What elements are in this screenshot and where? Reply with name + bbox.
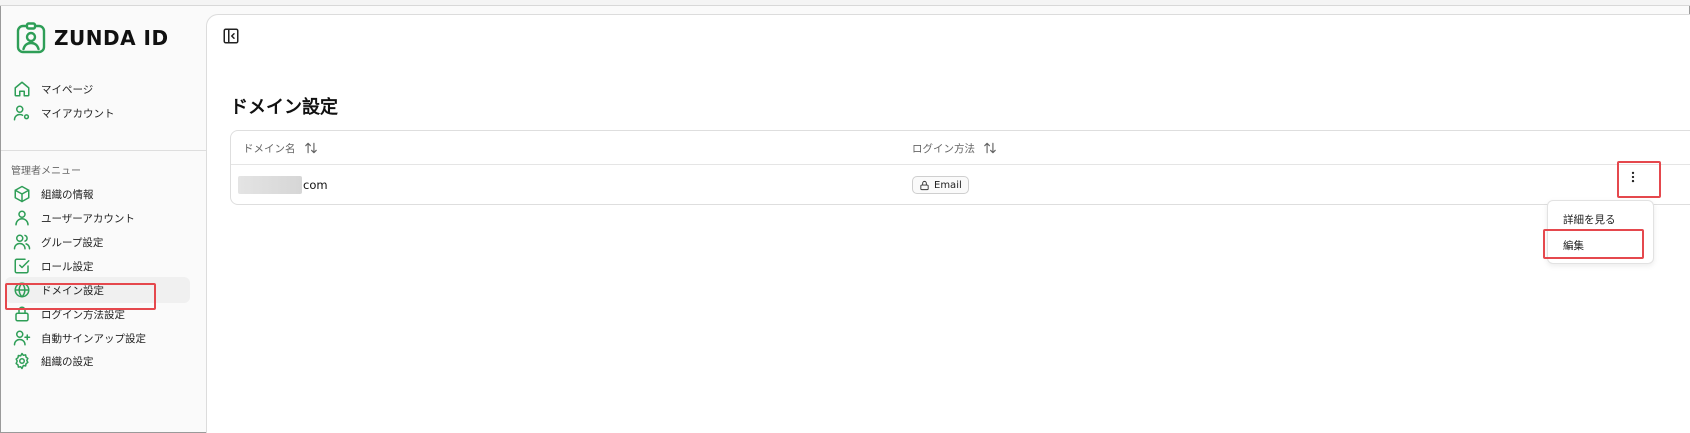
sidebar-item-org-info[interactable]: 組織の情報	[5, 181, 190, 207]
sidebar-item-org-settings[interactable]: 組織の設定	[5, 348, 190, 374]
highlight-box-edit	[1543, 229, 1644, 259]
table-row[interactable]: com Email	[231, 165, 1690, 205]
column-header-domain[interactable]: ドメイン名	[243, 131, 318, 165]
login-method-badge: Email	[912, 176, 969, 194]
column-header-label: ログイン方法	[912, 142, 975, 155]
login-method-cell: Email	[912, 165, 969, 205]
column-header-label: ドメイン名	[243, 142, 296, 155]
user-icon	[13, 209, 31, 227]
app-name: ZUNDA ID	[54, 26, 169, 50]
sidebar-item-mypage[interactable]: マイページ	[5, 76, 190, 102]
sidebar-collapse-icon	[223, 28, 239, 44]
table-header: ドメイン名 ログイン方法	[231, 131, 1690, 165]
sidebar-item-roles[interactable]: ロール設定	[5, 253, 190, 279]
login-method-label: Email	[934, 179, 962, 191]
sidebar-item-myaccount[interactable]: マイアカウント	[5, 100, 190, 126]
main-content: ドメイン設定 ドメイン名 ログイン方法 com Email	[206, 14, 1690, 433]
redacted-block	[238, 176, 302, 194]
sidebar-item-label: ユーザーアカウント	[41, 212, 135, 225]
id-badge-icon	[16, 22, 46, 54]
sidebar-divider	[1, 150, 206, 151]
sidebar: ZUNDA ID マイページ マイアカウント 管理者メニュー 組織の情報 ユーザ…	[1, 7, 206, 432]
gear-icon	[13, 352, 31, 370]
sidebar-toggle-button[interactable]	[222, 27, 240, 45]
sidebar-item-label: 組織の情報	[41, 188, 94, 201]
page-title: ドメイン設定	[230, 97, 338, 118]
users-icon	[13, 233, 31, 251]
highlight-box-domain-nav	[5, 283, 156, 310]
check-square-icon	[13, 257, 31, 275]
sidebar-item-label: グループ設定	[41, 236, 104, 249]
app-logo[interactable]: ZUNDA ID	[15, 22, 169, 54]
sidebar-item-label: ロール設定	[41, 260, 94, 273]
admin-section-label: 管理者メニュー	[11, 166, 81, 177]
domain-cell: com	[238, 165, 328, 205]
domains-table: ドメイン名 ログイン方法 com Email	[230, 130, 1690, 205]
sort-icon	[304, 141, 318, 155]
domain-suffix: com	[303, 178, 328, 192]
column-header-login-method[interactable]: ログイン方法	[912, 131, 997, 165]
sidebar-item-label: 自動サインアップ設定	[41, 332, 146, 345]
user-plus-icon	[13, 329, 31, 347]
sort-icon	[983, 141, 997, 155]
sidebar-item-user-accounts[interactable]: ユーザーアカウント	[5, 205, 190, 231]
box-icon	[13, 185, 31, 203]
highlight-box-row-actions	[1617, 161, 1661, 198]
home-icon	[13, 80, 31, 98]
lock-icon	[920, 180, 929, 190]
user-settings-icon	[13, 104, 31, 122]
sidebar-item-label: マイページ	[41, 83, 94, 96]
sidebar-item-label: マイアカウント	[41, 107, 115, 120]
top-bar	[0, 0, 1690, 6]
sidebar-item-groups[interactable]: グループ設定	[5, 229, 190, 255]
sidebar-item-label: 組織の設定	[41, 355, 94, 368]
